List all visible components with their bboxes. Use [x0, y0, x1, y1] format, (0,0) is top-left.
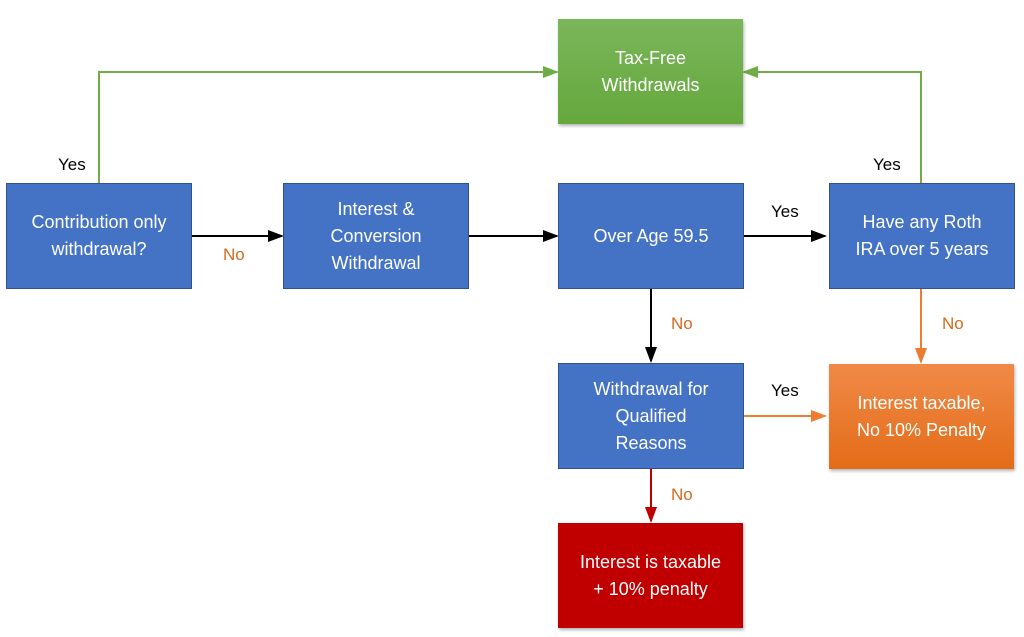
flowchart-connectors — [98, 66, 927, 523]
label-over-age-no: No — [671, 314, 693, 333]
node-contribution-only: Contribution only withdrawal? — [6, 183, 192, 289]
node-tax-free-withdrawals: Tax-Free Withdrawals — [558, 19, 743, 124]
node-interest-conversion: Interest & Conversion Withdrawal — [283, 183, 469, 289]
edge-contribution-yes — [98, 66, 559, 183]
label-contribution-no: No — [223, 245, 245, 264]
label-over-age-yes: Yes — [771, 202, 799, 221]
node-over-age: Over Age 59.5 — [558, 183, 744, 289]
label-contribution-yes: Yes — [58, 155, 86, 174]
label-qualified-yes: Yes — [771, 381, 799, 400]
label-qualified-no: No — [671, 485, 693, 504]
label-roth-no: No — [942, 314, 964, 333]
node-interest-taxable-penalty: Interest is taxable + 10% penalty — [558, 523, 743, 628]
label-roth-yes: Yes — [873, 155, 901, 174]
node-roth-5-years: Have any Roth IRA over 5 years — [829, 183, 1015, 289]
node-qualified-reasons: Withdrawal for Qualified Reasons — [558, 363, 744, 469]
node-interest-taxable-no-penalty: Interest taxable, No 10% Penalty — [829, 364, 1014, 469]
